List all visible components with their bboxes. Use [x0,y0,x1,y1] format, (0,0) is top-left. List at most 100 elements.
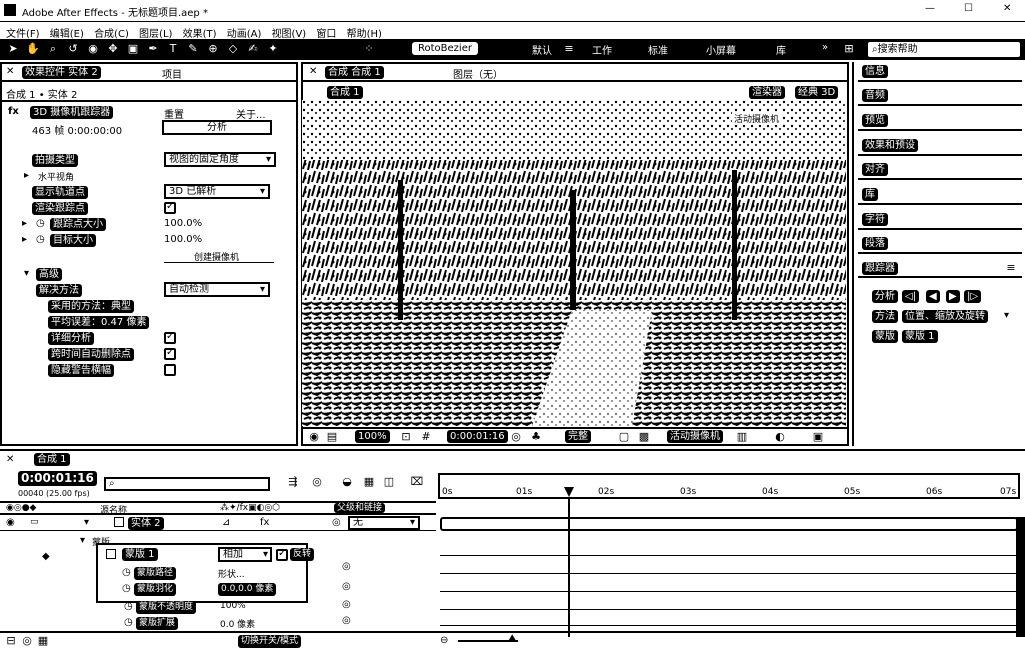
panel-preview[interactable]: 预览 [862,114,888,127]
advanced-group-label[interactable]: 高级 [36,268,62,281]
track-forward-one-icon[interactable]: |▷ [964,290,982,303]
motion-blur-icon[interactable]: ◒ [340,475,354,489]
panel-library[interactable]: 库 [862,188,878,201]
rotobezier-checkbox[interactable]: RotoBezier [412,42,478,55]
stopwatch-icon[interactable]: ◷ [36,218,45,229]
layer-switch-icon[interactable]: ⊿ [222,517,230,528]
mask-expansion-value[interactable]: 0.0 像素 [220,617,255,630]
toggle-in-out-icon[interactable]: ▦ [36,634,50,648]
chevron-down-icon[interactable]: ▾ [1004,310,1009,321]
close-panel-icon[interactable]: ✕ [6,454,14,465]
color-channel-icon[interactable]: ♣ [529,430,543,444]
panel-character[interactable]: 字符 [862,213,888,226]
solve-method-select[interactable]: 自动检测 ▾ [164,282,270,297]
reset-exposure-icon[interactable]: ◐ [773,430,787,444]
spiral-pickwhip-icon[interactable]: ◎ [342,615,351,626]
snapshot-icon[interactable]: ▤ [325,430,339,444]
layer-duration-bar[interactable] [440,517,1018,531]
tab-effect-controls[interactable]: 效果控件 实体 2 [22,66,101,79]
tab-layer[interactable]: 图层（无） [453,66,503,81]
track-point-size-value[interactable]: 100.0% [164,218,202,229]
zoom-out-icon[interactable]: ⊖ [440,635,448,646]
eraser-tool-icon[interactable]: ◇ [226,42,240,56]
workspace-small-screen[interactable]: 小屏幕 [706,42,736,57]
comp-flowchart-icon[interactable]: ⇶ [286,475,300,489]
parent-select[interactable]: 无 ▾ [348,516,420,530]
rotate-tool-icon[interactable]: ↺ [66,42,80,56]
more-workspaces-icon[interactable]: » [822,42,828,53]
pen-tool-icon[interactable]: ✒ [146,42,160,56]
views-layout-icon[interactable]: ▥ [735,430,749,444]
mask-color-swatch[interactable] [106,549,116,559]
transparency-grid-icon[interactable]: ▩ [637,430,651,444]
panel-paragraph[interactable]: 段落 [862,237,888,250]
stopwatch-icon[interactable]: ◷ [122,567,131,578]
column-parent-link[interactable]: 父级和链接 [334,503,386,513]
zoom-in-icon[interactable]: ⛰ [508,633,516,644]
snap-icon[interactable]: ⁘ [362,42,376,56]
stopwatch-icon[interactable]: ◷ [124,601,133,612]
pickwhip-icon[interactable]: ◎ [332,517,341,528]
camera-tool-icon[interactable]: ◉ [86,42,100,56]
pan-behind-tool-icon[interactable]: ✥ [106,42,120,56]
zoom-select[interactable]: 100% [355,430,390,443]
expand-arrow-icon[interactable]: ▸ [22,218,27,229]
maximize-icon[interactable]: ☐ [964,3,973,14]
workspace-library[interactable]: 库 [776,42,786,57]
toggle-modes-icon[interactable]: ◎ [20,634,34,648]
layer-row[interactable]: ◉ ▭ ▾ 实体 2 ⊿ fx ◎ 无 ▾ [0,516,436,531]
renderer-label[interactable]: 渲染器 [749,86,785,99]
target-size-value[interactable]: 100.0% [164,234,202,245]
expand-arrow-icon[interactable]: ▸ [24,170,29,181]
render-track-points-checkbox[interactable] [164,201,176,214]
fx-toggle-icon[interactable]: fx [8,106,19,117]
time-ruler[interactable]: 0s 01s 02s 03s 04s 05s 06s 07s [438,473,1020,499]
spiral-pickwhip-icon[interactable]: ◎ [342,561,351,572]
column-source-name[interactable]: 源名称 [100,503,127,516]
track-backward-icon[interactable]: ◀ [926,290,940,303]
track-backward-one-icon[interactable]: ◁| [902,290,920,303]
panel-tracker[interactable]: 跟踪器 [862,262,898,275]
mask-path-value[interactable]: 形状... [218,567,245,580]
close-panel-icon[interactable]: ✕ [309,66,317,77]
expand-arrow-icon[interactable]: ▸ [22,234,27,245]
panel-info[interactable]: 信息 [862,65,888,78]
close-icon[interactable]: ✕ [1003,3,1011,14]
frame-blending-icon[interactable]: ▦ [362,475,376,489]
track-points-select[interactable]: 3D 已解析 ▾ [164,184,270,199]
roto-brush-icon[interactable]: ✍ [246,42,260,56]
timeline-search-input[interactable]: ⌕ [104,477,270,491]
spiral-pickwhip-icon[interactable]: ◎ [342,599,351,610]
mask-opacity-value[interactable]: 100% [220,601,246,611]
layer-label-color[interactable]: ▭ [30,517,39,527]
comp-subtab[interactable]: 合成 1 [327,86,363,99]
av-switches-icon[interactable]: ◉◎●◆ [6,503,36,513]
analyze-button[interactable]: 分析 [162,120,272,135]
camera-view-select[interactable]: 活动摄像机 [667,430,723,443]
graph-editor-icon[interactable]: ◫ [382,475,396,489]
reset-button[interactable]: 重置 [164,106,184,121]
toggle-switches-modes[interactable]: 切换开关/模式 [238,635,302,648]
mask-feather-value[interactable]: 0.0,0.0 像素 [218,583,277,596]
visibility-icon[interactable]: ◉ [6,517,15,528]
clone-tool-icon[interactable]: ⊕ [206,42,220,56]
collapse-arrow-icon[interactable]: ▾ [24,268,29,279]
sync-icon[interactable]: ⊞ [842,42,856,56]
shy-icon[interactable]: ⌧ [410,475,424,489]
quality-select[interactable]: 完整 [565,430,591,443]
detailed-analysis-checkbox[interactable] [164,331,176,344]
stopwatch-icon[interactable]: ◷ [124,617,133,628]
panel-menu-icon[interactable]: ≡ [1004,261,1018,275]
roi-icon[interactable]: ▢ [617,430,631,444]
workspace-default[interactable]: 默认 [532,42,552,57]
method-select[interactable]: 位置、缩放及旋转 [902,310,988,323]
hide-warning-banner-checkbox[interactable] [164,364,176,376]
tab-composition[interactable]: 合成 合成 1 [325,66,384,79]
brush-tool-icon[interactable]: ✎ [186,42,200,56]
layer-name[interactable]: 实体 2 [128,517,164,530]
minimize-icon[interactable]: — [925,3,935,14]
resolution-icon[interactable]: ⊡ [399,430,413,444]
collapse-arrow-icon[interactable]: ▾ [80,535,85,546]
zoom-tool-icon[interactable]: ⌕ [46,42,60,56]
draft-3d-icon[interactable]: ◎ [310,475,324,489]
